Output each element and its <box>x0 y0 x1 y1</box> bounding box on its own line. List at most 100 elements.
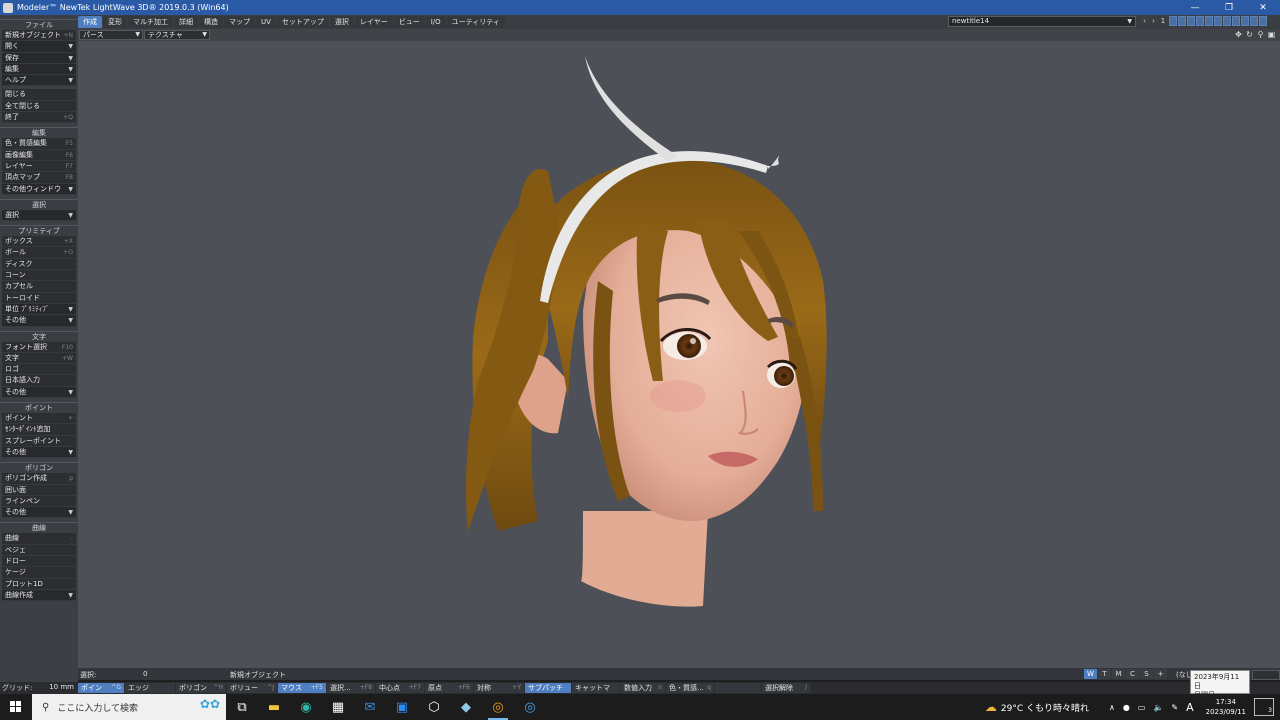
polygon-other-dropdown[interactable]: その他 ▼ <box>2 507 76 519</box>
tray-app-icon[interactable]: ● <box>1123 703 1130 712</box>
mode-button[interactable]: 中心点 +F7 <box>376 683 424 693</box>
tab-5[interactable]: マップ <box>224 16 255 28</box>
view-layout-button[interactable]: M <box>1112 669 1125 679</box>
file-tool-button[interactable]: ヘルプ ▼ <box>2 75 76 87</box>
rotate-view-icon[interactable]: ↻ <box>1245 30 1254 39</box>
primitive-tool-button[interactable]: ボックス +X <box>2 236 76 248</box>
mode-button[interactable]: エッジ <box>125 683 175 693</box>
layer-button[interactable] <box>1214 16 1222 26</box>
move-view-icon[interactable]: ✥ <box>1234 30 1243 39</box>
primitive-tool-button[interactable]: コーン <box>2 270 76 282</box>
edit-tool-button[interactable]: 色・質感編集 F5 <box>2 138 76 150</box>
layer-button[interactable] <box>1187 16 1195 26</box>
file-explorer-icon[interactable]: ▬ <box>258 694 290 720</box>
layer-button[interactable] <box>1232 16 1240 26</box>
tab-9[interactable]: レイヤー <box>354 16 393 28</box>
edit-tool-button[interactable]: 頂点マップ F8 <box>2 172 76 184</box>
layer-button[interactable] <box>1205 16 1213 26</box>
close-icon[interactable]: ✕ <box>1246 0 1280 15</box>
curve-create-dropdown[interactable]: 曲線作成 ▼ <box>2 589 76 602</box>
layer-button[interactable] <box>1223 16 1231 26</box>
layer-next-button[interactable]: › <box>1149 17 1158 25</box>
file-tool-button[interactable]: 開く ▼ <box>2 41 76 53</box>
layer-button[interactable] <box>1178 16 1186 26</box>
render-mode-select[interactable]: テクスチャ ▼ <box>144 30 210 40</box>
edge-icon[interactable]: ◉ <box>290 694 322 720</box>
layer-button[interactable] <box>1196 16 1204 26</box>
point-tool-button[interactable]: スプレーポイント <box>2 435 76 447</box>
tab-4[interactable]: 構造 <box>199 16 223 28</box>
start-button[interactable] <box>0 694 32 720</box>
edit-tool-button[interactable]: 画像編集 F6 <box>2 149 76 161</box>
taskbar-clock[interactable]: 17:34 2023/09/11 <box>1206 697 1246 717</box>
zoom-view-icon[interactable]: ⚲ <box>1256 30 1265 39</box>
maximize-icon[interactable]: ❐ <box>1212 0 1246 15</box>
text-tool-button[interactable]: 日本語入力 <box>2 375 76 387</box>
tab-7[interactable]: セットアップ <box>276 16 329 28</box>
mode-button[interactable] <box>715 683 761 693</box>
curve-tool-button[interactable]: ケージ <box>2 567 76 579</box>
layer-button[interactable] <box>1250 16 1258 26</box>
task-view-icon[interactable]: ⧉ <box>226 694 258 720</box>
mode-button[interactable]: 数値入力 n <box>621 683 665 693</box>
curve-tool-button[interactable]: 曲線 - <box>2 533 76 545</box>
polygon-tool-button[interactable]: 囲い面 <box>2 484 76 496</box>
app-icon[interactable]: ◆ <box>450 694 482 720</box>
text-tool-button[interactable]: 文字 +W <box>2 352 76 365</box>
surface-select[interactable] <box>1252 670 1280 680</box>
tab-6[interactable]: UV <box>256 16 276 28</box>
unity-icon[interactable]: ⬡ <box>418 694 450 720</box>
other-windows-dropdown[interactable]: その他ウィンドウ ▼ <box>2 183 76 195</box>
point-tool-button[interactable]: ポイント + <box>2 413 76 425</box>
network-icon[interactable]: ▭ <box>1138 703 1146 712</box>
lightwave-modeler-icon[interactable]: ◎ <box>482 694 514 720</box>
text-tool-button[interactable]: フォント選択 F10 <box>2 341 76 353</box>
tab-8[interactable]: 選択 <box>329 16 354 28</box>
primitive-tool-button[interactable]: カプセル <box>2 281 76 293</box>
mode-button[interactable]: サブパッチ <box>525 683 571 693</box>
mode-button[interactable]: ポリゴン ^H <box>176 683 226 693</box>
layer-button[interactable] <box>1241 16 1249 26</box>
file-tool-button[interactable]: 全て閉じる <box>2 100 76 113</box>
show-hidden-icons-icon[interactable]: ∧ <box>1109 703 1115 712</box>
mode-button[interactable]: 色・質感... q <box>666 683 714 693</box>
view-layout-button[interactable]: T <box>1098 669 1111 679</box>
file-tool-button[interactable]: 新規オブジェクト +N <box>2 30 76 42</box>
text-other-dropdown[interactable]: その他 ▼ <box>2 386 76 399</box>
mail-icon[interactable]: ✉ <box>354 694 386 720</box>
photoshop-icon[interactable]: ▣ <box>386 694 418 720</box>
maximize-viewport-icon[interactable]: ▣ <box>1267 30 1276 39</box>
layer-prev-button[interactable]: ‹ <box>1140 17 1149 25</box>
layer-button[interactable] <box>1259 16 1267 26</box>
weather-widget[interactable]: ☁ 29°C くもり時々晴れ <box>985 700 1089 714</box>
mode-button[interactable]: 原点 +F6 <box>425 683 473 693</box>
point-tool-button[interactable]: ｾﾝﾀｰﾎﾟｲﾝﾄ追加 <box>2 424 76 436</box>
point-other-dropdown[interactable]: その他 ▼ <box>2 446 76 459</box>
store-icon[interactable]: ▦ <box>322 694 354 720</box>
tab-3[interactable]: 詳細 <box>174 16 198 28</box>
view-layout-button[interactable]: C <box>1126 669 1139 679</box>
view-type-select[interactable]: パース ▼ <box>79 30 143 40</box>
tab-1[interactable]: 変形 <box>103 16 127 28</box>
file-tool-button[interactable]: 終了 +Q <box>2 112 76 124</box>
lightwave-hub-icon[interactable]: ◎ <box>514 694 546 720</box>
pen-icon[interactable]: ✎ <box>1171 703 1178 712</box>
tab-12[interactable]: ユーティリティ <box>446 16 505 28</box>
primitive-tool-button[interactable]: ボール +O <box>2 247 76 259</box>
taskbar-search-box[interactable]: ⚲ ここに入力して検索 ✿✿ <box>32 694 226 720</box>
view-layout-button[interactable]: W <box>1084 669 1097 679</box>
object-select[interactable]: newtitle14 ▼ <box>948 16 1136 27</box>
tab-2[interactable]: マルチ加工 <box>128 16 173 28</box>
mode-button[interactable]: 対称 +Y <box>474 683 524 693</box>
tab-10[interactable]: ビュー <box>393 16 425 28</box>
layer-button[interactable] <box>1169 16 1177 26</box>
ime-indicator[interactable]: A <box>1186 701 1194 714</box>
primitive-tool-button[interactable]: ディスク <box>2 258 76 271</box>
edit-tool-button[interactable]: レイヤー F7 <box>2 160 76 173</box>
view-layout-button[interactable]: + <box>1154 669 1167 679</box>
file-tool-button[interactable]: 保存 ▼ <box>2 52 76 64</box>
notification-center-icon[interactable]: 3 <box>1254 698 1274 716</box>
curve-tool-button[interactable]: ドロー <box>2 555 76 568</box>
select-dropdown[interactable]: 選択 ▼ <box>2 209 76 222</box>
mode-button[interactable]: 選択... +F8 <box>327 683 375 693</box>
